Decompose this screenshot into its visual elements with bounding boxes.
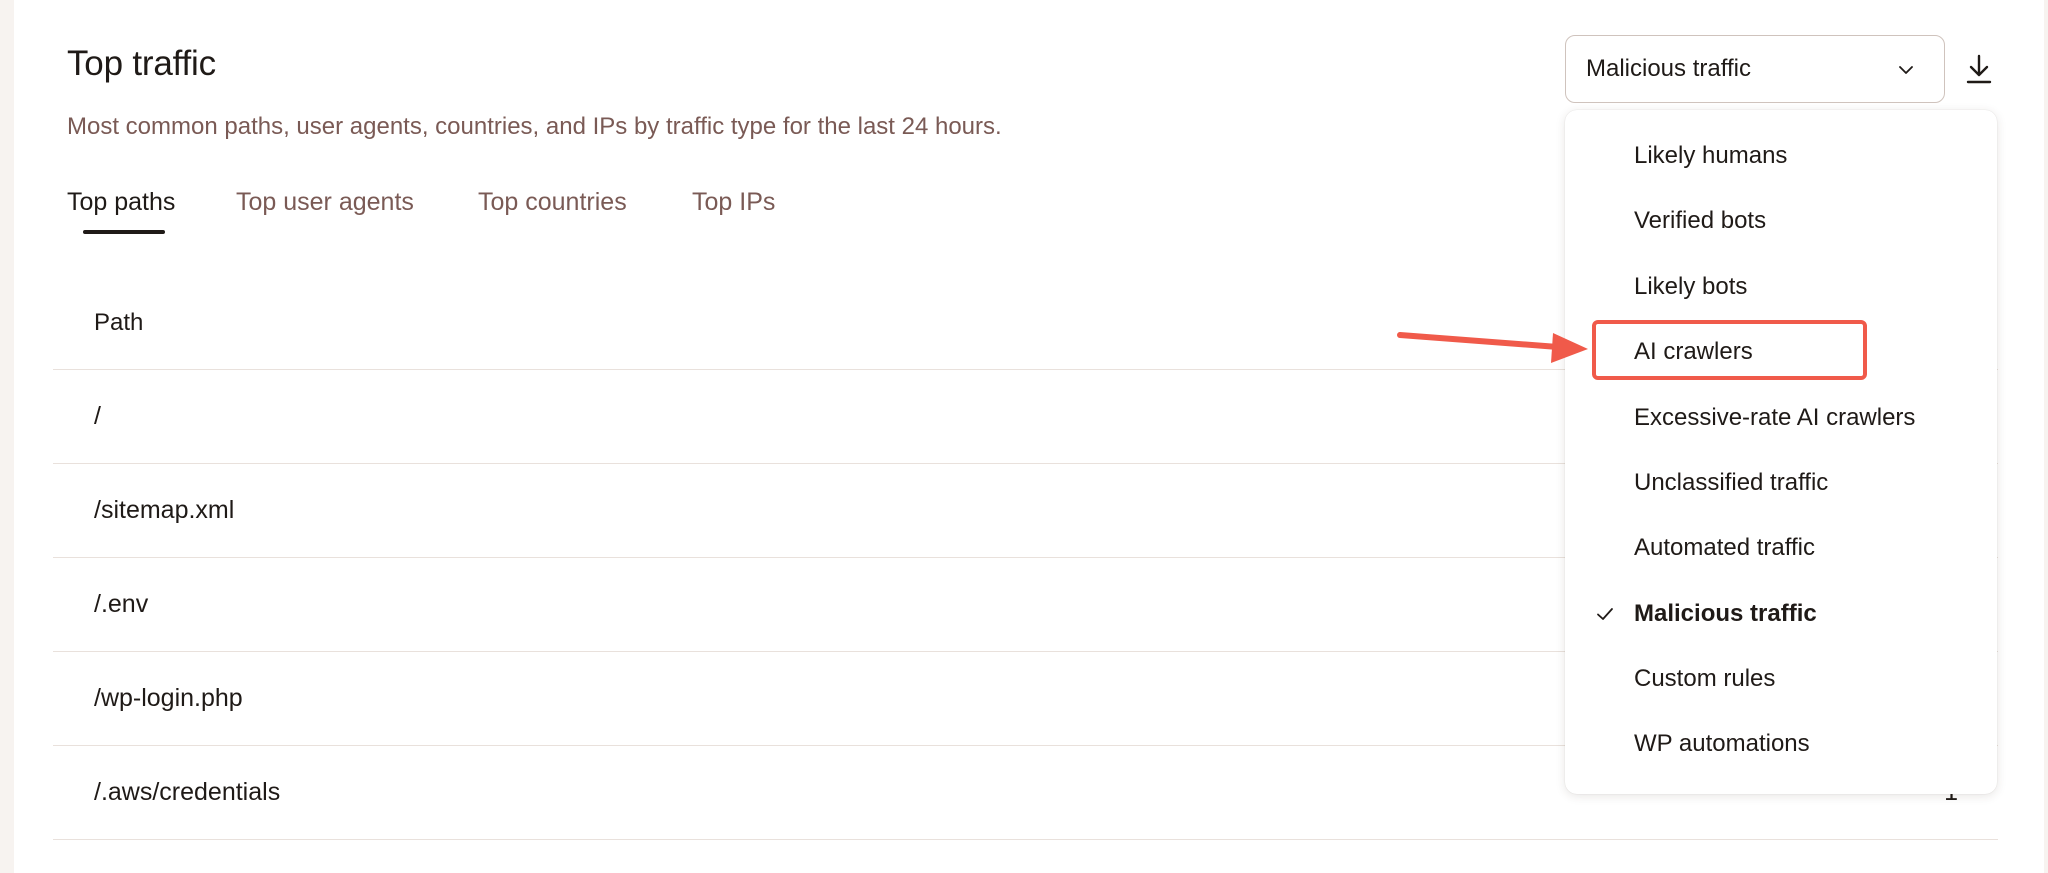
menu-item-label: Malicious traffic [1634, 600, 1817, 627]
path-cell: /.env [94, 590, 149, 618]
chevron-down-icon [1899, 66, 1913, 74]
menu-item-automated-traffic[interactable]: Automated traffic [1565, 519, 1997, 577]
path-cell: / [94, 402, 101, 430]
menu-item-likely-humans[interactable]: Likely humans [1565, 127, 1997, 185]
check-icon [1597, 608, 1613, 620]
tab-top-countries[interactable]: Top countries [478, 188, 627, 217]
page-title: Top traffic [67, 44, 216, 83]
traffic-type-menu: Likely humans Verified bots Likely bots … [1565, 110, 1997, 794]
tab-top-paths[interactable]: Top paths [67, 188, 175, 217]
menu-item-excessive-rate-ai-crawlers[interactable]: Excessive-rate AI crawlers [1565, 389, 1997, 447]
path-cell: /wp-login.php [94, 684, 243, 712]
path-cell: /sitemap.xml [94, 496, 235, 524]
menu-item-verified-bots[interactable]: Verified bots [1565, 192, 1997, 250]
download-icon[interactable] [1963, 52, 1995, 86]
menu-item-ai-crawlers[interactable]: AI crawlers [1565, 323, 1997, 381]
menu-item-unclassified-traffic[interactable]: Unclassified traffic [1565, 454, 1997, 512]
traffic-type-value: Malicious traffic [1586, 55, 1751, 82]
menu-item-wp-automations[interactable]: WP automations [1565, 715, 1997, 773]
active-tab-indicator [83, 230, 165, 234]
page-subtitle: Most common paths, user agents, countrie… [67, 113, 1002, 140]
menu-item-custom-rules[interactable]: Custom rules [1565, 650, 1997, 708]
path-cell: /.aws/credentials [94, 778, 281, 806]
menu-item-malicious-traffic[interactable]: Malicious traffic [1565, 585, 1997, 643]
tab-top-ips[interactable]: Top IPs [692, 188, 775, 217]
tab-top-user-agents[interactable]: Top user agents [236, 188, 414, 217]
traffic-type-select[interactable]: Malicious traffic [1565, 35, 1945, 103]
menu-item-likely-bots[interactable]: Likely bots [1565, 258, 1997, 316]
